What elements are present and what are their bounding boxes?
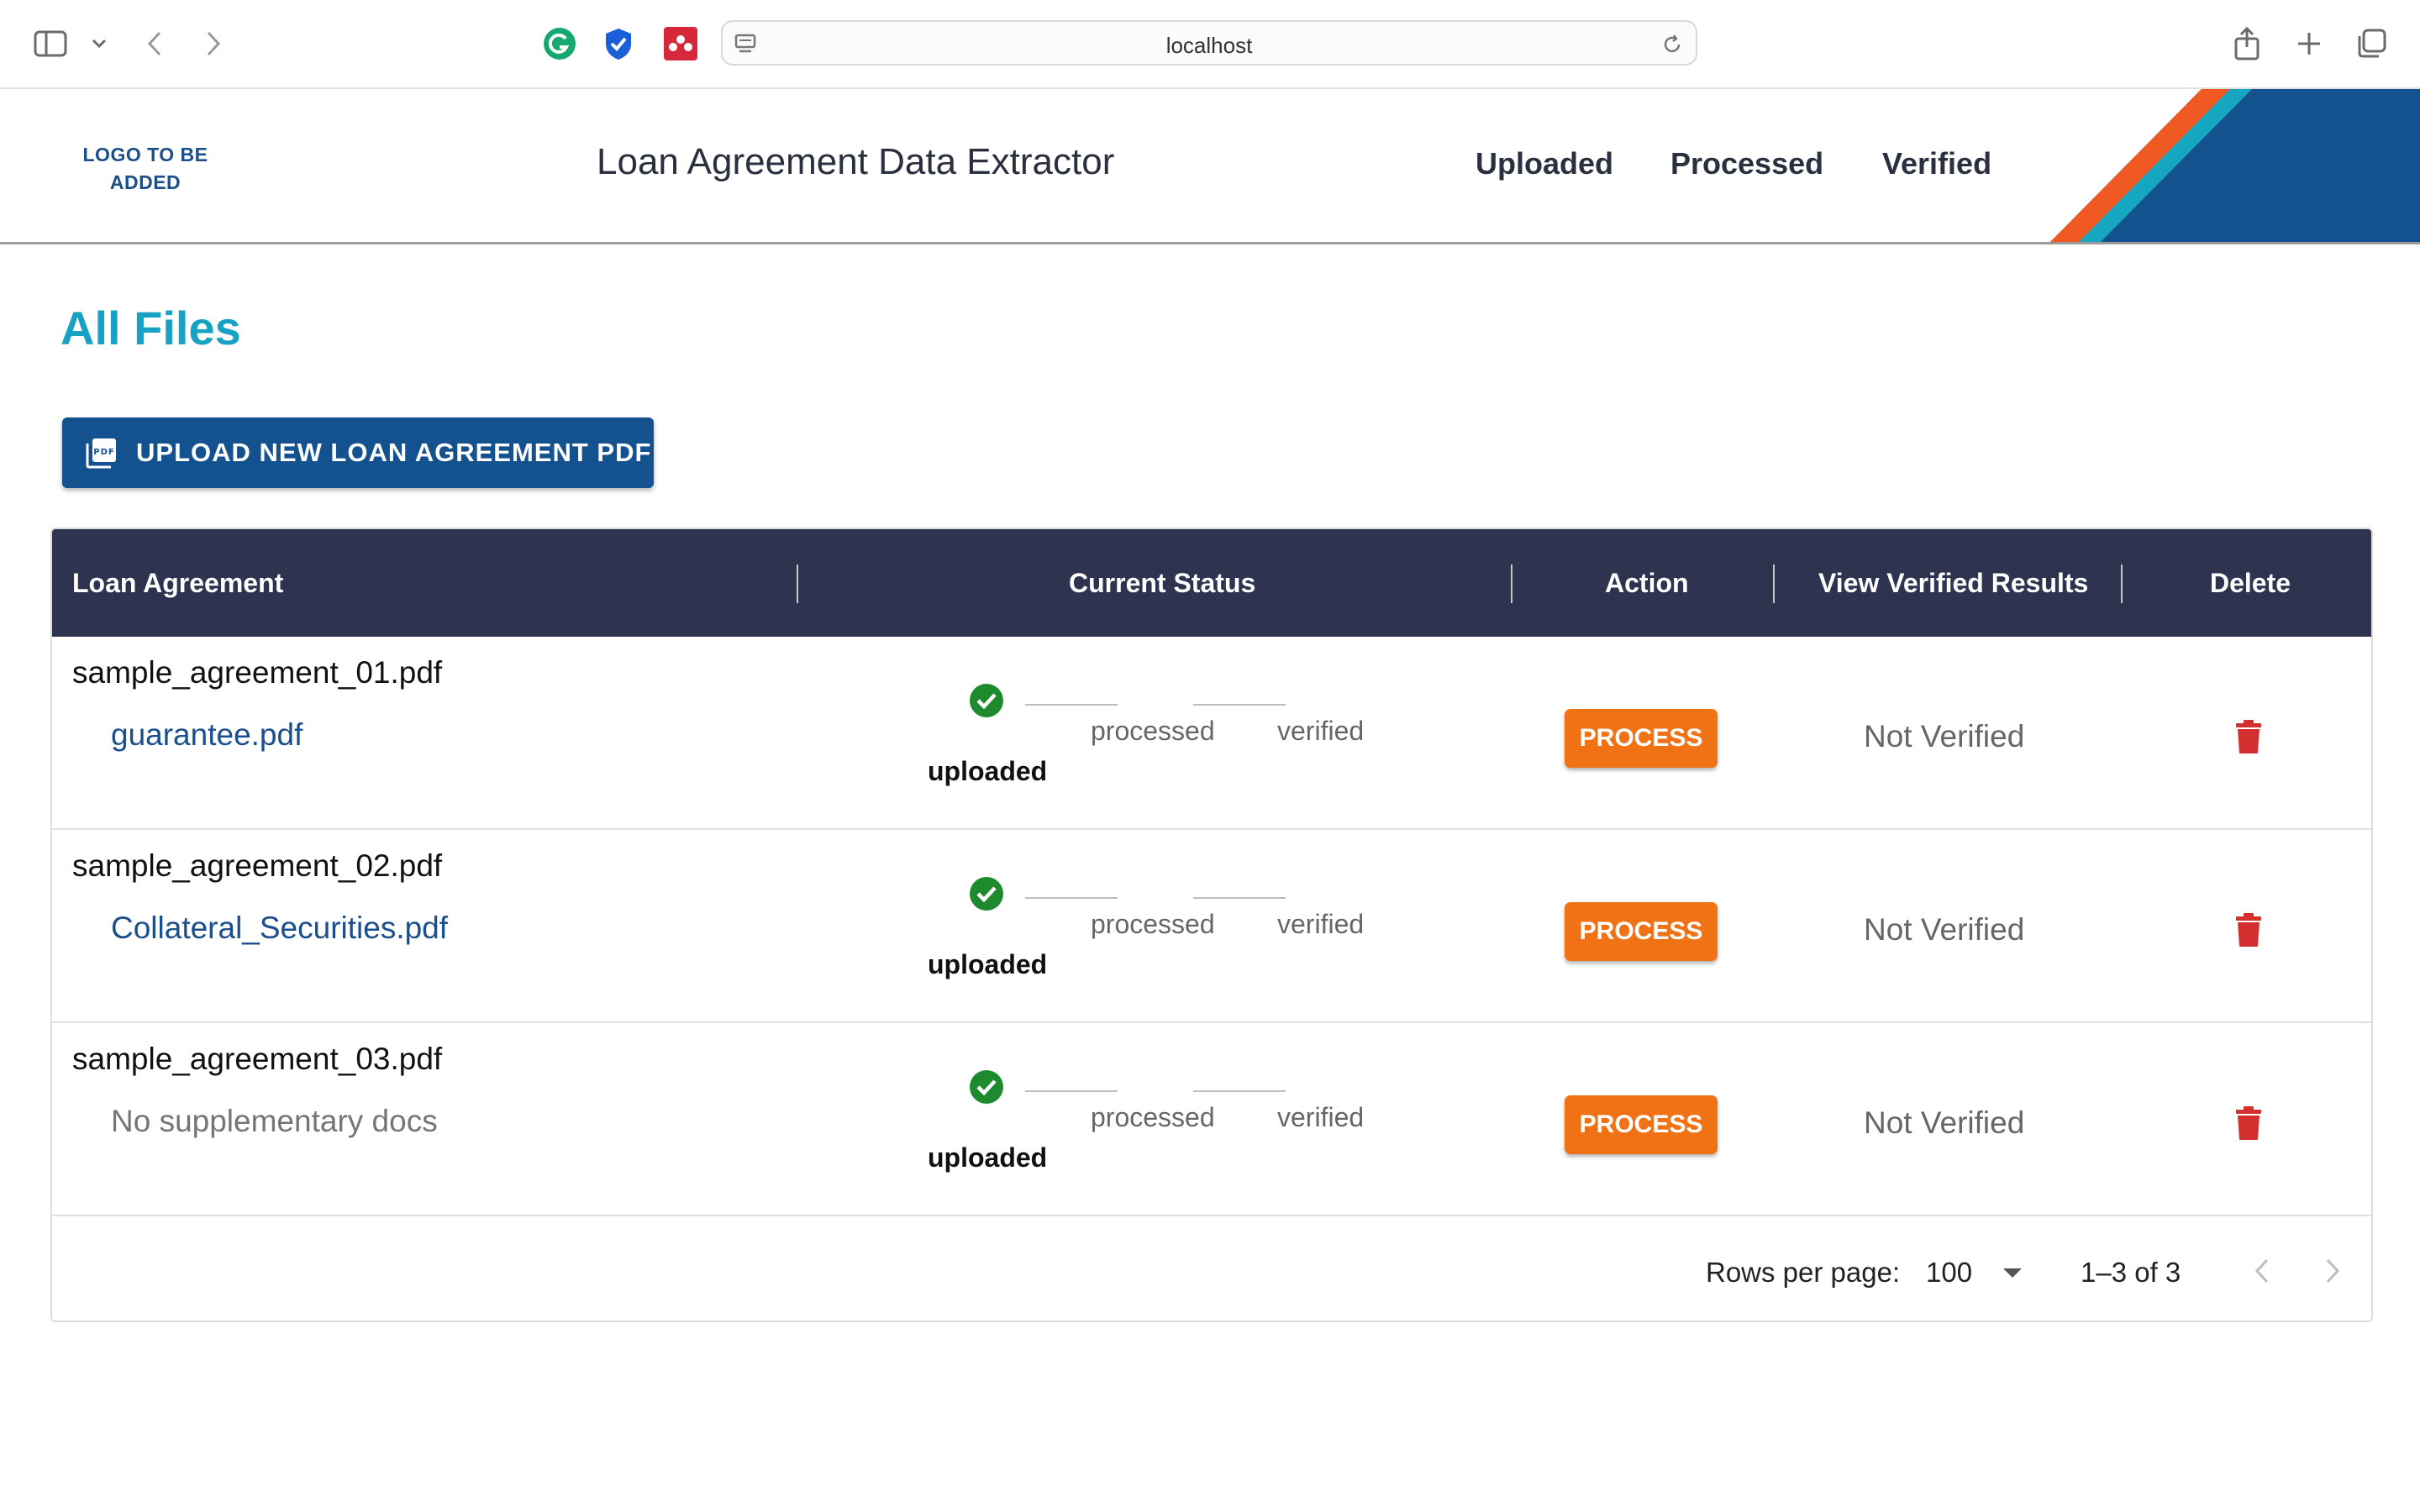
logo-placeholder: LOGO TO BE ADDED bbox=[82, 144, 208, 193]
shield-extension-icon[interactable] bbox=[600, 25, 637, 62]
step-uploaded-label: uploaded bbox=[928, 756, 1048, 786]
step-verified-label: verified bbox=[1277, 716, 1365, 746]
upload-button-label: UPLOAD NEW LOAN AGREEMENT PDF bbox=[136, 438, 652, 467]
table-row: sample_agreement_02.pdf Collateral_Secur… bbox=[52, 830, 2371, 1023]
check-circle-icon bbox=[970, 684, 1003, 717]
tab-overview-icon[interactable] bbox=[2353, 25, 2390, 62]
loan-file-name[interactable]: sample_agreement_03.pdf bbox=[72, 1042, 442, 1077]
step-uploaded-label: uploaded bbox=[928, 1142, 1048, 1173]
step-processed-label: processed bbox=[1091, 716, 1215, 746]
verified-status: Not Verified bbox=[1864, 1105, 2025, 1140]
files-table: Loan Agreement Current Status Action Vie… bbox=[50, 528, 2373, 1322]
previous-page-icon[interactable] bbox=[2252, 1257, 2272, 1285]
svg-text:PDF: PDF bbox=[93, 448, 114, 457]
header-decoration-stripes bbox=[2050, 89, 2420, 242]
column-delete[interactable]: Delete bbox=[2210, 568, 2291, 599]
table-header: Loan Agreement Current Status Action Vie… bbox=[52, 529, 2371, 637]
grammarly-extension-icon[interactable] bbox=[541, 25, 578, 62]
chevron-down-icon[interactable] bbox=[81, 25, 118, 62]
back-icon[interactable] bbox=[136, 25, 173, 62]
new-tab-icon[interactable] bbox=[2291, 25, 2328, 62]
mendeley-extension-icon[interactable] bbox=[662, 25, 699, 62]
step-uploaded-label: uploaded bbox=[928, 949, 1048, 979]
forward-icon[interactable] bbox=[195, 25, 232, 62]
url-text: localhost bbox=[1165, 33, 1253, 58]
rows-per-page-select[interactable]: 100 bbox=[1924, 1248, 2067, 1295]
pagination-range: 1–3 of 3 bbox=[2081, 1257, 2181, 1288]
trash-icon[interactable] bbox=[2233, 912, 2264, 948]
no-supplementary-docs-text: No supplementary docs bbox=[111, 1104, 438, 1138]
app-title: Loan Agreement Data Extractor bbox=[597, 141, 1115, 182]
supplementary-doc-link[interactable]: guarantee.pdf bbox=[111, 717, 302, 753]
trash-icon[interactable] bbox=[2233, 1105, 2264, 1141]
table-pagination: Rows per page: 100 1–3 of 3 bbox=[52, 1220, 2371, 1320]
column-divider bbox=[797, 564, 798, 603]
stepper-connector bbox=[1025, 1090, 1118, 1092]
process-button[interactable]: PROCESS bbox=[1565, 902, 1718, 961]
address-bar[interactable]: localhost bbox=[721, 20, 1697, 66]
process-button[interactable]: PROCESS bbox=[1565, 1095, 1718, 1154]
trash-icon[interactable] bbox=[2233, 719, 2264, 754]
app-header: LOGO TO BE ADDED Loan Agreement Data Ext… bbox=[0, 89, 2420, 244]
column-loan-agreement[interactable]: Loan Agreement bbox=[72, 568, 283, 599]
sidebar-toggle-icon[interactable] bbox=[32, 25, 69, 62]
share-icon[interactable] bbox=[2228, 25, 2265, 62]
column-current-status[interactable]: Current Status bbox=[1069, 568, 1255, 599]
stepper-connector bbox=[1193, 1090, 1286, 1092]
loan-file-name[interactable]: sample_agreement_01.pdf bbox=[72, 655, 442, 690]
stepper-connector bbox=[1193, 897, 1286, 899]
column-divider bbox=[1511, 564, 1512, 603]
stepper-connector bbox=[1193, 704, 1286, 706]
supplementary-doc-link[interactable]: Collateral_Securities.pdf bbox=[111, 911, 448, 946]
rows-per-page-value: 100 bbox=[1926, 1257, 1973, 1288]
rows-per-page-label: Rows per page: bbox=[1706, 1257, 1901, 1288]
reload-icon[interactable] bbox=[1660, 33, 1684, 60]
column-view-verified-results[interactable]: View Verified Results bbox=[1818, 568, 2088, 599]
table-row: sample_agreement_01.pdf guarantee.pdf up… bbox=[52, 637, 2371, 830]
table-row: sample_agreement_03.pdf No supplementary… bbox=[52, 1023, 2371, 1216]
column-divider bbox=[2121, 564, 2123, 603]
loan-file-name[interactable]: sample_agreement_02.pdf bbox=[72, 848, 442, 884]
verified-status: Not Verified bbox=[1864, 912, 2025, 947]
dropdown-arrow-icon bbox=[2003, 1268, 2022, 1278]
step-verified-label: verified bbox=[1277, 1102, 1365, 1132]
verified-status: Not Verified bbox=[1864, 719, 2025, 753]
column-divider bbox=[1773, 564, 1775, 603]
process-button[interactable]: PROCESS bbox=[1565, 709, 1718, 768]
nav-processed[interactable]: Processed bbox=[1670, 146, 1823, 181]
check-circle-icon bbox=[970, 1070, 1003, 1104]
step-processed-label: processed bbox=[1091, 909, 1215, 939]
nav-uploaded[interactable]: Uploaded bbox=[1476, 146, 1613, 181]
next-page-icon[interactable] bbox=[2323, 1257, 2343, 1285]
step-verified-label: verified bbox=[1277, 909, 1365, 939]
pdf-icon: PDF bbox=[86, 438, 116, 469]
upload-pdf-button[interactable]: PDF UPLOAD NEW LOAN AGREEMENT PDF bbox=[62, 417, 654, 488]
page-title: All Files bbox=[60, 302, 241, 354]
browser-toolbar: localhost bbox=[0, 0, 2420, 89]
column-action[interactable]: Action bbox=[1605, 568, 1689, 599]
stepper-connector bbox=[1025, 704, 1118, 706]
step-processed-label: processed bbox=[1091, 1102, 1215, 1132]
nav-verified[interactable]: Verified bbox=[1882, 146, 1991, 181]
check-circle-icon bbox=[970, 877, 1003, 911]
stepper-connector bbox=[1025, 897, 1118, 899]
